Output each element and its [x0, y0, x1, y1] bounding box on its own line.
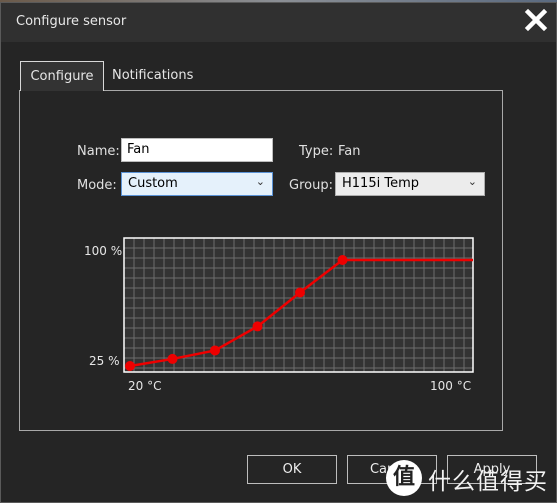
chart-grid — [124, 238, 473, 372]
curve-point-handle[interactable] — [337, 255, 348, 265]
ok-button[interactable]: OK — [247, 455, 337, 484]
curve-point-handle[interactable] — [167, 353, 178, 364]
curve-point-handle[interactable] — [210, 345, 220, 356]
cancel-button[interactable]: Cancel — [347, 455, 437, 484]
y-tick-label-max: 100 % — [84, 244, 123, 258]
curve-point-handle[interactable] — [252, 321, 263, 332]
curve-point-handle[interactable] — [125, 361, 135, 371]
x-tick-label-max: 100 °C — [430, 379, 472, 393]
y-tick-label-min: 25 % — [89, 354, 120, 368]
curve-point-handle[interactable] — [295, 287, 305, 298]
x-tick-label-min: 20 °C — [128, 379, 162, 393]
tab-configure[interactable]: Configure — [20, 61, 104, 91]
apply-button[interactable]: Apply — [447, 455, 537, 484]
